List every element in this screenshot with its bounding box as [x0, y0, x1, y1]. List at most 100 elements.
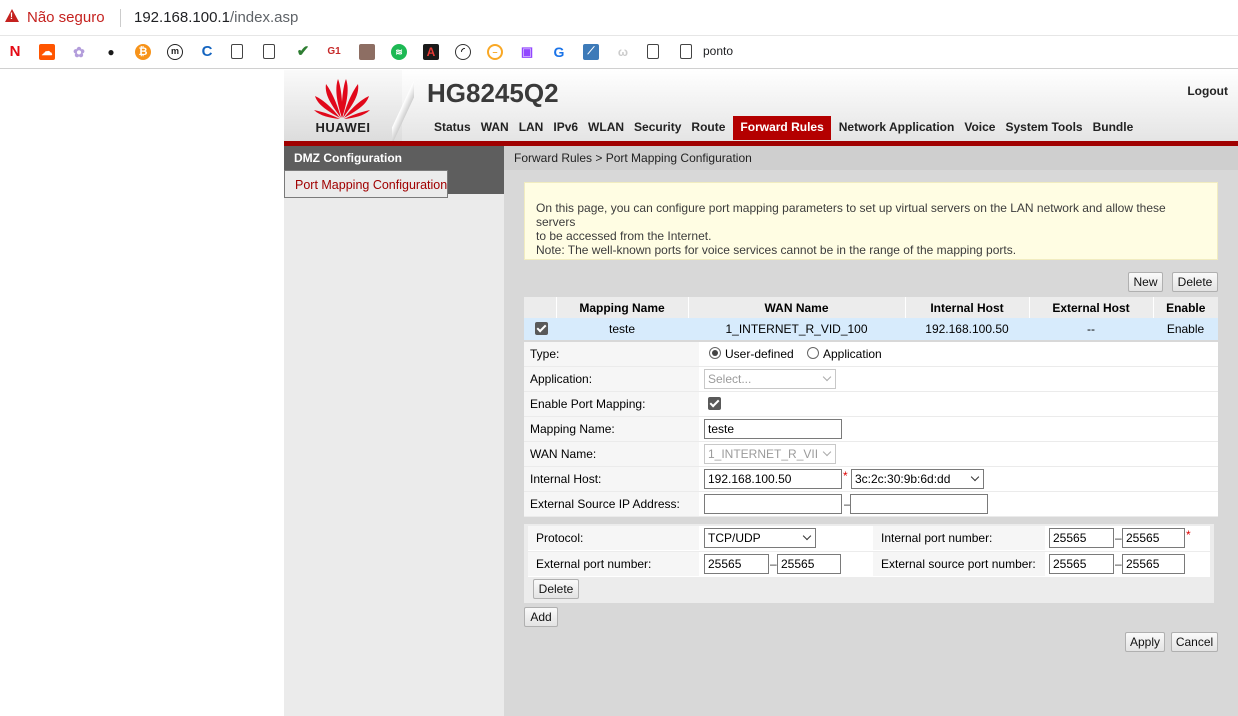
speedometer-icon[interactable]: ◜ [455, 44, 471, 60]
warning-icon[interactable]: ! [5, 9, 19, 22]
wan-name-select[interactable]: 1_INTERNET_R_VII [704, 444, 836, 464]
type-value: User-defined Application [699, 342, 1219, 366]
menu-lan[interactable]: LAN [514, 116, 549, 140]
bookmark-ponto[interactable]: ponto [703, 44, 733, 58]
wan-name-label: WAN Name: [524, 442, 699, 466]
soundcloud-icon[interactable]: ☁ [39, 44, 55, 60]
cancel-button[interactable]: Cancel [1171, 632, 1218, 652]
table-cell: 1_INTERNET_R_VID_100 [688, 318, 905, 340]
internal-host-input[interactable]: 192.168.100.50 [704, 469, 842, 489]
note-line: to be accessed from the Internet. [536, 229, 712, 243]
form-row-type: Type: User-defined Application [524, 342, 1218, 367]
menu-bundle[interactable]: Bundle [1088, 116, 1139, 140]
main-menu: Status WAN LAN IPv6 WLAN Security Route … [429, 116, 1138, 140]
internal-host-mac-value: 3c:2c:30:9b:6d:dd [855, 472, 951, 486]
row-checkbox[interactable] [535, 322, 548, 335]
flower-icon[interactable]: ✿ [71, 44, 87, 60]
column-header: Mapping Name [556, 297, 689, 318]
table-row[interactable]: teste 1_INTERNET_R_VID_100 192.168.100.5… [524, 318, 1218, 340]
netflix-icon[interactable]: N [7, 44, 23, 60]
protocol-value: TCP/UDP [708, 531, 761, 545]
g1-icon[interactable]: G1 [326, 44, 342, 60]
apply-button[interactable]: Apply [1125, 632, 1165, 652]
menu-security[interactable]: Security [629, 116, 686, 140]
internal-port-to-input[interactable]: 25565 [1122, 528, 1185, 548]
type-user-defined-label: User-defined [725, 347, 794, 361]
type-application-radio[interactable] [807, 347, 819, 359]
sidebar-item-dmz[interactable]: DMZ Configuration [284, 146, 504, 170]
range-dash: – [770, 557, 777, 571]
clock-icon[interactable]: – [487, 44, 503, 60]
mapping-name-label: Mapping Name: [524, 417, 699, 441]
internal-host-mac-select[interactable]: 3c:2c:30:9b:6d:dd [851, 469, 984, 489]
protocol-label: Protocol: [528, 526, 699, 550]
row-select-cell[interactable] [524, 318, 556, 340]
menu-system-tools[interactable]: System Tools [1000, 116, 1087, 140]
logout-link[interactable]: Logout [1187, 84, 1228, 98]
menu-wan[interactable]: WAN [476, 116, 514, 140]
url-text[interactable]: 192.168.100.1/index.asp [134, 9, 298, 26]
address-bar[interactable]: ! Não seguro 192.168.100.1/index.asp [0, 0, 1238, 36]
spotify-icon[interactable]: ≋ [391, 44, 407, 60]
coinmarketcap-icon[interactable]: m [167, 44, 183, 60]
internal-port-label: Internal port number: [873, 526, 1045, 550]
enable-port-mapping-checkbox[interactable] [708, 397, 721, 410]
application-select[interactable]: Select... [704, 369, 836, 389]
page-icon[interactable] [263, 44, 275, 59]
type-label: Type: [524, 342, 699, 366]
google-icon[interactable]: G [551, 44, 567, 60]
form-row-enable: Enable Port Mapping: [524, 392, 1218, 417]
type-user-defined-radio[interactable] [709, 347, 721, 359]
security-label[interactable]: Não seguro [27, 9, 105, 26]
ext-src-port-to-input[interactable]: 25565 [1122, 554, 1185, 574]
sidebar-item-port-mapping[interactable]: Port Mapping Configuration [284, 170, 449, 198]
chevron-down-icon [822, 372, 832, 382]
twitch-icon[interactable]: ▣ [519, 44, 535, 60]
adobe-icon[interactable]: A [423, 44, 439, 60]
form-row-ext-src-ip: External Source IP Address: – [524, 492, 1218, 517]
main-content: Forward Rules > Port Mapping Configurati… [504, 146, 1238, 716]
table-cell: 192.168.100.50 [905, 318, 1029, 340]
link-icon[interactable]: ⟋ [583, 44, 599, 60]
note-line: On this page, you can configure port map… [536, 201, 1166, 229]
circle-icon[interactable]: ● [103, 44, 119, 60]
delete-button[interactable]: Delete [1172, 272, 1218, 292]
new-button[interactable]: New [1128, 272, 1163, 292]
check-icon[interactable]: ✔ [295, 44, 311, 60]
wolf-icon[interactable]: ω [615, 44, 631, 60]
application-value: Select... [708, 372, 752, 386]
add-button[interactable]: Add [524, 607, 558, 627]
external-port-to-input[interactable]: 25565 [777, 554, 841, 574]
page-icon[interactable] [680, 44, 692, 59]
external-port-from-input[interactable]: 25565 [704, 554, 769, 574]
port-delete-button[interactable]: Delete [533, 579, 579, 599]
bitcoin-icon[interactable]: ₿ [135, 44, 151, 60]
menu-ipv6[interactable]: IPv6 [548, 116, 583, 140]
mapping-form: Type: User-defined Application Applicati… [524, 342, 1218, 517]
menu-forward-rules[interactable]: Forward Rules [733, 116, 831, 140]
brand-name: HUAWEI [315, 120, 371, 135]
form-row-application: Application: Select... [524, 367, 1218, 392]
menu-wlan[interactable]: WLAN [583, 116, 629, 140]
table-cell: -- [1029, 318, 1153, 340]
avatar-icon[interactable] [359, 44, 375, 60]
mapping-name-input[interactable]: teste [704, 419, 842, 439]
page-icon[interactable] [231, 44, 243, 59]
protocol-select[interactable]: TCP/UDP [704, 528, 816, 548]
external-port-label: External port number: [528, 552, 699, 576]
internal-port-from-input[interactable]: 25565 [1049, 528, 1114, 548]
table-cell: teste [556, 318, 688, 340]
page-icon[interactable] [647, 44, 659, 59]
ext-src-ip-end-input[interactable] [850, 494, 988, 514]
chevron-down-icon [970, 472, 980, 482]
menu-network-application[interactable]: Network Application [834, 116, 960, 140]
menu-status[interactable]: Status [429, 116, 476, 140]
ext-src-ip-start-input[interactable] [704, 494, 842, 514]
ext-src-port-label: External source port number: [873, 552, 1045, 576]
c-icon[interactable]: C [199, 44, 215, 60]
breadcrumb: Forward Rules > Port Mapping Configurati… [504, 146, 1238, 170]
menu-voice[interactable]: Voice [959, 116, 1000, 140]
device-model: HG8245Q2 [427, 78, 559, 108]
ext-src-port-from-input[interactable]: 25565 [1049, 554, 1114, 574]
menu-route[interactable]: Route [686, 116, 730, 140]
